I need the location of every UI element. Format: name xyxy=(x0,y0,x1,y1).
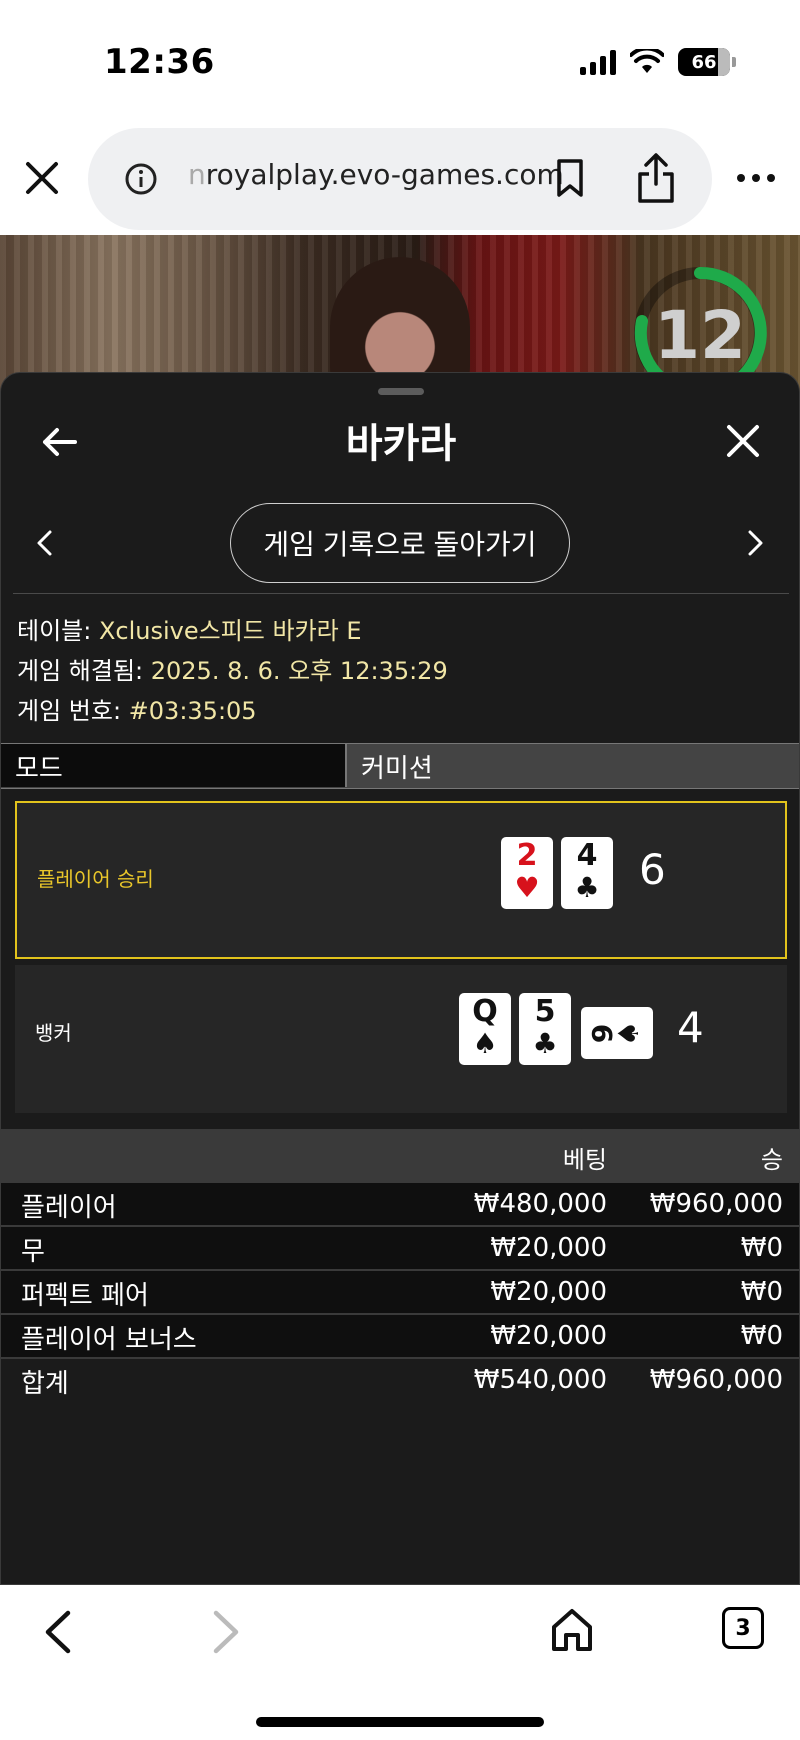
bet-name: 플레이어 보너스 xyxy=(21,1325,197,1355)
mode-value: 커미션 xyxy=(361,754,433,784)
total-win: ₩960,000 xyxy=(649,1365,783,1395)
game-detail-panel: 바카라 게임 기록으로 돌아가기 테이블: Xclusive스피드 바카라 E … xyxy=(0,372,800,1585)
game-number-value: #03:35:05 xyxy=(128,697,257,725)
close-icon[interactable] xyxy=(22,158,62,198)
close-icon[interactable] xyxy=(725,423,761,459)
club-icon: ♣ xyxy=(532,1027,558,1060)
status-bar: 12:36 66 xyxy=(0,0,800,120)
win-column-header: 승 xyxy=(760,1146,783,1174)
bet-amount: ₩20,000 xyxy=(490,1233,607,1263)
card-rank: Q xyxy=(472,994,498,1029)
info-icon[interactable] xyxy=(124,162,158,196)
resolved-label: 게임 해결됨: xyxy=(17,657,151,685)
url-domain: royalplay.evo-games.com xyxy=(205,158,564,191)
back-icon[interactable] xyxy=(42,1609,72,1655)
banker-label: 뱅커 xyxy=(35,1021,72,1045)
tabs-button[interactable]: 3 xyxy=(722,1607,764,1649)
panel-title: 바카라 xyxy=(345,421,457,467)
player-card: 2 ♥ xyxy=(501,837,553,909)
chevron-right-icon[interactable] xyxy=(747,529,765,557)
banker-card: Q ♠ xyxy=(459,993,511,1065)
history-nav: 게임 기록으로 돌아가기 xyxy=(1,503,799,583)
win-amount: ₩0 xyxy=(740,1233,783,1263)
game-number-label: 게임 번호: xyxy=(17,697,129,725)
divider xyxy=(13,593,789,594)
cellular-signal-icon xyxy=(580,49,616,75)
url-prefix: n xyxy=(188,158,206,191)
banker-score: 4 xyxy=(677,1003,704,1052)
sheet-grabber[interactable] xyxy=(378,388,424,395)
game-number-info: 게임 번호: #03:35:05 xyxy=(17,691,257,726)
total-row: 합계 ₩540,000 ₩960,000 xyxy=(1,1359,799,1403)
table-label: 테이블: xyxy=(17,617,99,645)
bet-name: 플레이어 xyxy=(21,1193,117,1223)
win-amount: ₩0 xyxy=(740,1277,783,1307)
table-row: 플레이어 ₩480,000 ₩960,000 xyxy=(1,1183,799,1227)
banker-card: 5 ♣ xyxy=(519,993,571,1065)
resolved-value: 2025. 8. 6. 오후 12:35:29 xyxy=(150,657,448,685)
player-hand: 플레이어 승리 2 ♥ 4 ♣ 6 xyxy=(15,801,787,959)
bookmark-icon[interactable] xyxy=(554,158,586,198)
chevron-left-icon[interactable] xyxy=(35,529,53,557)
mode-row: 모드 커미션 xyxy=(1,743,799,789)
battery-level: 66 xyxy=(691,51,717,73)
player-score: 6 xyxy=(639,845,666,894)
win-amount: ₩960,000 xyxy=(649,1189,783,1219)
panel-header: 바카라 xyxy=(1,403,799,483)
bet-name: 퍼펙트 페어 xyxy=(21,1281,149,1311)
spade-icon: ♠ xyxy=(612,1020,646,1046)
total-label: 합계 xyxy=(21,1369,69,1399)
bet-amount: ₩480,000 xyxy=(473,1189,607,1219)
banker-hand: 뱅커 Q ♠ 5 ♣ 9 ♠ 4 xyxy=(15,965,787,1113)
win-amount: ₩0 xyxy=(740,1321,783,1351)
wifi-icon xyxy=(630,49,664,73)
bet-amount: ₩20,000 xyxy=(490,1321,607,1351)
browser-toolbar: nroyalplay.evo-games.com xyxy=(0,120,800,235)
home-indicator xyxy=(256,1717,544,1727)
card-rank: 5 xyxy=(534,994,556,1029)
status-time: 12:36 xyxy=(104,42,215,82)
more-options-icon[interactable] xyxy=(736,172,776,184)
bet-amount: ₩20,000 xyxy=(490,1277,607,1307)
mode-label: 모드 xyxy=(1,744,347,787)
table-info: 테이블: Xclusive스피드 바카라 E xyxy=(17,611,362,646)
card-rank: 4 xyxy=(576,838,598,873)
live-video-feed: 12 xyxy=(0,235,800,395)
player-result-label: 플레이어 승리 xyxy=(37,867,154,891)
forward-icon[interactable] xyxy=(212,1609,242,1655)
home-icon[interactable] xyxy=(550,1607,594,1653)
total-bet: ₩540,000 xyxy=(473,1365,607,1395)
table-row: 플레이어 보너스 ₩20,000 ₩0 xyxy=(1,1315,799,1359)
resolved-info: 게임 해결됨: 2025. 8. 6. 오후 12:35:29 xyxy=(17,651,448,686)
share-icon[interactable] xyxy=(636,152,676,204)
table-row: 무 ₩20,000 ₩0 xyxy=(1,1227,799,1271)
card-rank: 2 xyxy=(516,838,538,873)
countdown-timer: 12 xyxy=(654,297,746,374)
bet-name: 무 xyxy=(21,1237,45,1267)
url-text[interactable]: nroyalplay.evo-games.com xyxy=(188,158,608,191)
browser-bottom-bar: 3 xyxy=(0,1585,800,1740)
club-icon: ♣ xyxy=(574,871,600,904)
bet-column-header: 베팅 xyxy=(562,1146,607,1174)
spade-icon: ♠ xyxy=(472,1027,498,1060)
table-value: Xclusive스피드 바카라 E xyxy=(98,617,362,645)
table-row: 퍼펙트 페어 ₩20,000 ₩0 xyxy=(1,1271,799,1315)
back-to-history-button[interactable]: 게임 기록으로 돌아가기 xyxy=(230,503,570,583)
address-bar[interactable]: nroyalplay.evo-games.com xyxy=(88,128,712,230)
status-icons: 66 xyxy=(580,48,736,76)
heart-icon: ♥ xyxy=(514,871,540,904)
player-card: 4 ♣ xyxy=(561,837,613,909)
bets-table-header: 베팅 승 xyxy=(1,1129,799,1183)
battery-icon: 66 xyxy=(678,48,736,76)
banker-third-card: 9 ♠ xyxy=(581,1007,653,1059)
